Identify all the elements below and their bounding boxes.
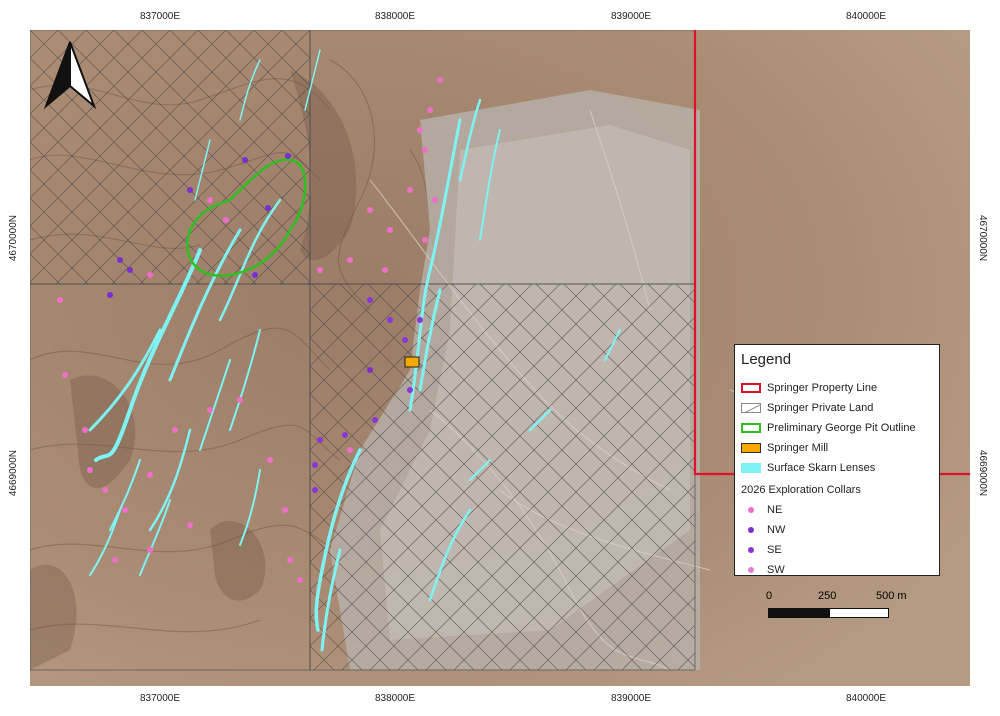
private-land-swatch bbox=[741, 403, 761, 413]
left-tick-4669000: 4669000N bbox=[8, 450, 19, 497]
top-tick-840000: 840000E bbox=[845, 11, 887, 22]
legend-label: NW bbox=[767, 524, 786, 536]
scale-label-250: 250 bbox=[818, 590, 837, 602]
property-line-swatch bbox=[741, 383, 761, 393]
legend-label: Surface Skarn Lenses bbox=[767, 462, 876, 474]
legend-label: Springer Private Land bbox=[767, 402, 874, 414]
bottom-tick-839000: 839000E bbox=[610, 693, 652, 704]
top-tick-837000: 837000E bbox=[139, 11, 181, 22]
collar-nw-dot bbox=[748, 527, 754, 533]
north-arrow-icon bbox=[43, 41, 97, 110]
legend-item-collar-nw: NW bbox=[741, 523, 785, 537]
collar-sw-dot bbox=[748, 567, 754, 573]
legend-label: Springer Mill bbox=[767, 442, 829, 454]
legend: Legend Springer Property Line Springer P… bbox=[734, 344, 940, 576]
scale-bar: 0 250 500 m bbox=[766, 590, 907, 624]
top-tick-838000: 838000E bbox=[374, 11, 416, 22]
scale-label-500: 500 m bbox=[876, 590, 907, 602]
legend-item-collar-ne: NE bbox=[741, 503, 782, 517]
scale-bar-black bbox=[768, 608, 830, 618]
legend-label: SW bbox=[767, 564, 785, 576]
legend-item-collar-sw: SW bbox=[741, 563, 785, 577]
left-tick-4670000: 4670000N bbox=[8, 215, 19, 262]
legend-collars-title: 2026 Exploration Collars bbox=[741, 483, 861, 497]
legend-label: Preliminary George Pit Outline bbox=[767, 422, 916, 434]
scale-bar-white bbox=[829, 608, 889, 618]
pit-outline-swatch bbox=[741, 423, 761, 433]
collar-se-dot bbox=[748, 547, 754, 553]
bottom-tick-837000: 837000E bbox=[139, 693, 181, 704]
legend-item-private-land: Springer Private Land bbox=[741, 401, 873, 415]
legend-item-pit-outline: Preliminary George Pit Outline bbox=[741, 421, 916, 435]
right-tick-4670000: 4670000N bbox=[977, 215, 988, 262]
collar-ne-dot bbox=[748, 507, 754, 513]
scale-label-0: 0 bbox=[766, 590, 773, 602]
bottom-tick-838000: 838000E bbox=[374, 693, 416, 704]
legend-item-property-line: Springer Property Line bbox=[741, 381, 877, 395]
legend-title: Legend bbox=[741, 351, 792, 368]
legend-label: SE bbox=[767, 544, 782, 556]
collars-title-text: 2026 Exploration Collars bbox=[741, 484, 861, 496]
legend-item-collar-se: SE bbox=[741, 543, 782, 557]
mill-swatch bbox=[741, 443, 761, 453]
skarn-swatch bbox=[741, 463, 761, 473]
springer-mill bbox=[404, 356, 420, 368]
legend-item-springer-mill: Springer Mill bbox=[741, 441, 828, 455]
right-tick-4669000: 4669000N bbox=[977, 450, 988, 497]
legend-label: NE bbox=[767, 504, 783, 516]
top-tick-839000: 839000E bbox=[610, 11, 652, 22]
legend-item-skarn-lenses: Surface Skarn Lenses bbox=[741, 461, 875, 475]
bottom-tick-840000: 840000E bbox=[845, 693, 887, 704]
legend-label: Springer Property Line bbox=[767, 382, 878, 394]
